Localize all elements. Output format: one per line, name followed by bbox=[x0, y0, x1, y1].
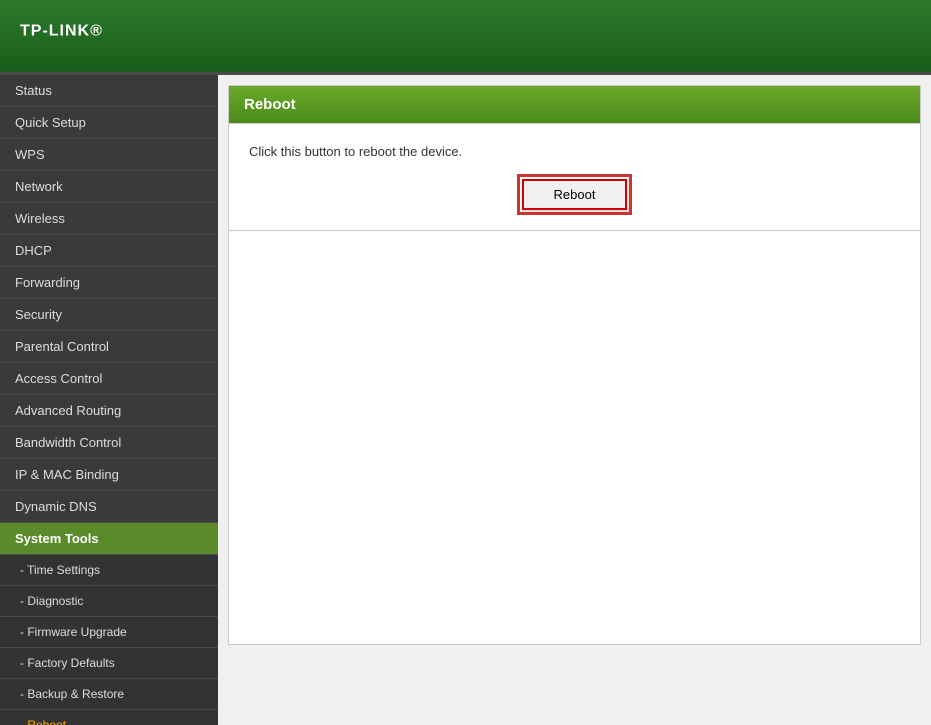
sidebar-item-security[interactable]: Security bbox=[0, 299, 218, 331]
reboot-description: Click this button to reboot the device. bbox=[229, 134, 920, 169]
sidebar-item-dhcp[interactable]: DHCP bbox=[0, 235, 218, 267]
sidebar-item-factory-defaults[interactable]: - Factory Defaults bbox=[0, 648, 218, 679]
header: TP-LINK® bbox=[0, 0, 931, 75]
sidebar-item-firmware-upgrade[interactable]: - Firmware Upgrade bbox=[0, 617, 218, 648]
sidebar-item-wps[interactable]: WPS bbox=[0, 139, 218, 171]
sidebar-item-diagnostic[interactable]: - Diagnostic bbox=[0, 586, 218, 617]
sidebar-item-reboot[interactable]: - Reboot bbox=[0, 710, 218, 725]
section-header: Reboot bbox=[229, 86, 920, 123]
bottom-divider bbox=[229, 230, 920, 231]
main-area: StatusQuick SetupWPSNetworkWirelessDHCPF… bbox=[0, 75, 931, 725]
sidebar-item-advanced-routing[interactable]: Advanced Routing bbox=[0, 395, 218, 427]
content-area: Reboot Click this button to reboot the d… bbox=[218, 75, 931, 725]
top-divider bbox=[229, 123, 920, 124]
logo: TP-LINK® bbox=[20, 18, 103, 55]
sidebar-item-backup-restore[interactable]: - Backup & Restore bbox=[0, 679, 218, 710]
sidebar-item-wireless[interactable]: Wireless bbox=[0, 203, 218, 235]
app-wrapper: TP-LINK® StatusQuick SetupWPSNetworkWire… bbox=[0, 0, 931, 725]
reboot-btn-wrapper: Reboot bbox=[229, 169, 920, 230]
logo-text: TP-LINK bbox=[20, 22, 90, 39]
section-title: Reboot bbox=[244, 96, 296, 113]
sidebar-item-dynamic-dns[interactable]: Dynamic DNS bbox=[0, 491, 218, 523]
sidebar-item-parental-control[interactable]: Parental Control bbox=[0, 331, 218, 363]
sidebar: StatusQuick SetupWPSNetworkWirelessDHCPF… bbox=[0, 75, 218, 725]
sidebar-item-forwarding[interactable]: Forwarding bbox=[0, 267, 218, 299]
logo-trademark: ® bbox=[90, 22, 103, 39]
sidebar-item-network[interactable]: Network bbox=[0, 171, 218, 203]
sidebar-item-system-tools[interactable]: System Tools bbox=[0, 523, 218, 555]
content-inner: Reboot Click this button to reboot the d… bbox=[228, 85, 921, 645]
sidebar-item-bandwidth-control[interactable]: Bandwidth Control bbox=[0, 427, 218, 459]
sidebar-item-quick-setup[interactable]: Quick Setup bbox=[0, 107, 218, 139]
sidebar-item-time-settings[interactable]: - Time Settings bbox=[0, 555, 218, 586]
sidebar-item-access-control[interactable]: Access Control bbox=[0, 363, 218, 395]
reboot-button[interactable]: Reboot bbox=[522, 179, 628, 210]
sidebar-item-status[interactable]: Status bbox=[0, 75, 218, 107]
sidebar-item-ip-mac-binding[interactable]: IP & MAC Binding bbox=[0, 459, 218, 491]
